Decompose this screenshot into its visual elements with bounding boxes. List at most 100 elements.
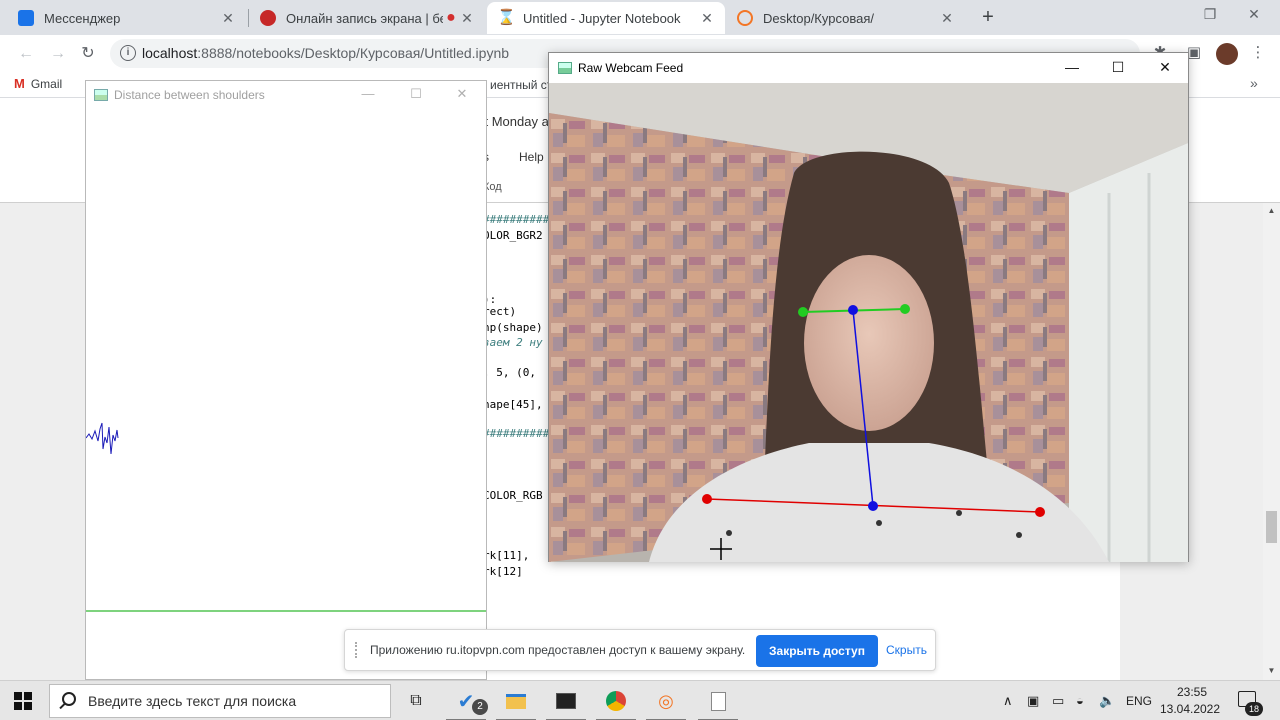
distance-plot-window: Distance between shoulders — ☐ ✕ — [85, 80, 487, 680]
jupyter-icon — [737, 10, 753, 26]
volume-icon[interactable]: 🔈 — [1099, 693, 1115, 709]
new-tab-button[interactable]: + — [976, 6, 1000, 30]
tab-title: Untitled - Jupyter Notebook — [523, 10, 681, 26]
left-shoulder-landmark — [702, 494, 712, 504]
clock-time[interactable]: 23:55 — [1162, 685, 1222, 699]
tab-title: Desktop/Курсовая/ — [763, 10, 874, 26]
code-line: hape[45], — [483, 398, 543, 411]
tab-title: Мессенджер — [44, 10, 121, 26]
taskbar-search-box[interactable]: Введите здесь текст для поиска — [49, 684, 391, 718]
messenger-icon — [18, 10, 34, 26]
tab-screen-recorder[interactable]: Онлайн запись экрана | бе ● ✕ — [250, 2, 485, 34]
maximize-icon[interactable]: ☐ — [406, 86, 426, 102]
code-line: COLOR_RGB — [483, 489, 543, 502]
scrollbar-thumb[interactable] — [1266, 511, 1277, 543]
close-icon[interactable]: ✕ — [452, 86, 472, 102]
window-title-bar[interactable]: Raw Webcam Feed — [549, 53, 1188, 83]
windows-taskbar: Введите здесь текст для поиска ⧉ ✔ ◎ ∧ ▣… — [0, 680, 1280, 720]
recording-dot-icon: ● — [446, 9, 456, 26]
notification-count-badge: 18 — [1245, 702, 1263, 716]
right-shoulder-landmark — [1035, 507, 1045, 517]
maximize-icon[interactable]: ☐ — [1106, 59, 1130, 76]
last-checkpoint: st Monday a — [478, 114, 549, 129]
webcam-feed-image — [549, 83, 1188, 562]
reload-icon[interactable]: ↻ — [76, 42, 100, 66]
scroll-down-icon[interactable]: ▼ — [1266, 666, 1277, 675]
close-tab-icon[interactable]: ✕ — [699, 10, 715, 27]
gmail-icon: M — [14, 76, 25, 91]
browser-tab-strip: Мессенджер ✕ Онлайн запись экрана | бе ●… — [0, 0, 1280, 35]
scroll-up-icon[interactable]: ▲ — [1266, 206, 1277, 215]
code-line: rk[11], — [483, 549, 530, 562]
tab-separator — [248, 9, 249, 27]
forward-icon[interactable]: → — [46, 42, 70, 66]
tab-title: Онлайн запись экрана | бе — [286, 10, 443, 26]
window-app-icon — [94, 89, 108, 101]
code-line: ваем 2 ну — [483, 336, 543, 349]
code-line: np(shape) — [483, 321, 543, 334]
close-tab-icon[interactable]: ✕ — [220, 10, 236, 27]
code-line: rect) — [483, 305, 517, 318]
bookmark-label: Gmail — [30, 76, 63, 91]
chrome-icon[interactable] — [596, 687, 636, 720]
show-hidden-icons-icon[interactable]: ∧ — [1003, 693, 1013, 709]
window-title: Distance between shoulders — [114, 88, 265, 102]
network-icon[interactable]: ◒ — [1076, 693, 1084, 708]
tab-jupyter-notebook[interactable]: ⌛ Untitled - Jupyter Notebook ✕ — [487, 2, 725, 34]
clock-date[interactable]: 13.04.2022 — [1155, 702, 1225, 716]
face — [804, 255, 934, 431]
tray-app-icon[interactable]: ▣ — [1027, 693, 1039, 709]
distance-signal-line — [86, 422, 119, 455]
scrollbar-track[interactable] — [1263, 203, 1280, 680]
back-icon[interactable]: ← — [14, 42, 38, 66]
minimize-icon[interactable]: — — [358, 86, 378, 101]
restore-icon[interactable]: ❐ — [1190, 6, 1230, 23]
hourglass-icon: ⌛ — [497, 9, 516, 26]
tab-desktop-folder[interactable]: Desktop/Курсовая/ ✕ — [727, 2, 965, 34]
stop-sharing-button[interactable]: Закрыть доступ — [756, 635, 878, 667]
profile-avatar[interactable] — [1216, 43, 1238, 65]
drag-handle-icon[interactable] — [355, 642, 361, 658]
window-title-bar[interactable]: Distance between shoulders — [86, 81, 486, 109]
more-bookmarks-icon[interactable]: » — [1250, 75, 1258, 91]
close-window-icon[interactable]: ✕ — [1234, 6, 1274, 23]
windows-start-icon[interactable] — [14, 692, 32, 710]
close-tab-icon[interactable]: ✕ — [459, 10, 475, 27]
close-tab-icon[interactable]: ✕ — [939, 10, 955, 27]
webcam-window: Raw Webcam Feed — ☐ ✕ — [548, 52, 1189, 562]
url-path: :8888/notebooks/Desktop/Курсовая/Untitle… — [197, 45, 510, 61]
code-line: , 5, (0, — [483, 366, 536, 379]
battery-icon[interactable]: ▭ — [1052, 693, 1064, 709]
task-view-icon[interactable]: ⧉ — [402, 687, 430, 715]
tab-messenger[interactable]: Мессенджер ✕ — [8, 2, 246, 34]
app-badge: 2 — [472, 699, 488, 715]
curtain — [1069, 143, 1188, 562]
search-placeholder: Введите здесь текст для поиска — [88, 693, 297, 709]
jupyter-app-icon[interactable]: ◎ — [646, 687, 686, 720]
code-line: OLOR_BGR2 — [483, 229, 543, 242]
bookmark-gmail[interactable]: M Gmail — [14, 76, 62, 91]
menu-icon[interactable]: ⋮ — [1248, 43, 1268, 63]
distance-plot — [86, 422, 486, 612]
right-eye-landmark — [900, 304, 910, 314]
search-icon — [62, 692, 76, 706]
share-message: Приложению ru.itopvpn.com предоставлен д… — [370, 643, 746, 657]
notepad-icon[interactable] — [698, 687, 738, 720]
language-indicator[interactable]: ENG — [1126, 694, 1152, 708]
left-eye-landmark — [798, 307, 808, 317]
site-info-icon[interactable]: i — [120, 45, 136, 61]
recorder-icon — [260, 10, 276, 26]
screen-share-notification: Приложению ru.itopvpn.com предоставлен д… — [344, 629, 936, 671]
window-title: Raw Webcam Feed — [578, 61, 684, 75]
window-app-icon — [558, 62, 572, 74]
code-line: ########## — [483, 427, 550, 440]
eye-midpoint-landmark — [848, 305, 858, 315]
close-icon[interactable]: ✕ — [1153, 59, 1177, 76]
menu-help[interactable]: Help — [519, 150, 544, 164]
minimize-icon[interactable]: — — [1060, 59, 1084, 75]
bookmark-partial[interactable]: иентный ст — [490, 78, 552, 92]
file-explorer-icon[interactable] — [496, 687, 536, 720]
hide-button[interactable]: Скрыть — [886, 643, 927, 657]
terminal-icon[interactable] — [546, 687, 586, 720]
url-text[interactable]: localhost:8888/notebooks/Desktop/Курсова… — [142, 45, 509, 61]
